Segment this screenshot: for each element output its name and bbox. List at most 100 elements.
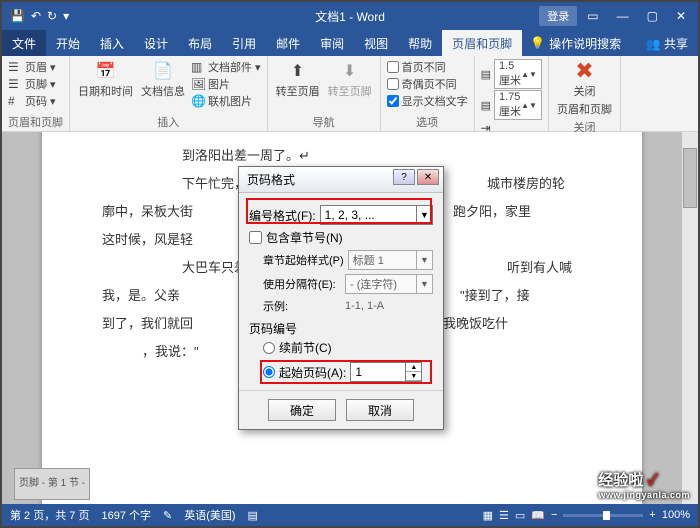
group-label: 页眉和页脚: [8, 114, 63, 130]
online-pictures-button[interactable]: 🌐联机图片: [191, 93, 261, 109]
dialog-close-icon[interactable]: ✕: [417, 169, 439, 185]
view-focus-icon[interactable]: 📖: [531, 509, 545, 522]
number-format-row: 编号格式(F): 1, 2, 3, ... ▼: [249, 205, 433, 225]
close-window-icon[interactable]: ✕: [668, 7, 694, 25]
window-buttons: 登录 ▭ — ▢ ✕: [539, 6, 694, 26]
docinfo-icon: 📄: [153, 61, 173, 81]
ribbon-options-icon[interactable]: ▭: [579, 7, 606, 25]
calendar-icon: 📅: [96, 61, 116, 81]
header-from-top[interactable]: ▤1.5 厘米▲▼: [481, 59, 542, 89]
dialog-body: 编号格式(F): 1, 2, 3, ... ▼ 包含章节号(N) 章节起始样式(…: [239, 193, 443, 390]
cancel-button[interactable]: 取消: [346, 399, 414, 421]
view-print-icon[interactable]: ☰: [499, 509, 509, 522]
tab-references[interactable]: 引用: [222, 30, 266, 56]
goto-header-button[interactable]: ⬆转至页眉: [274, 59, 322, 101]
tab-view[interactable]: 视图: [354, 30, 398, 56]
share-label: 共享: [664, 37, 688, 51]
language[interactable]: 英语(美国): [184, 507, 235, 523]
number-format-combo[interactable]: 1, 2, 3, ... ▼: [320, 205, 433, 225]
tab-help[interactable]: 帮助: [398, 30, 442, 56]
tab-header-footer[interactable]: 页眉和页脚: [442, 30, 522, 56]
page-number-format-dialog: 页码格式 ? ✕ 编号格式(F): 1, 2, 3, ... ▼ 包含章节号(N…: [238, 166, 444, 430]
spin-up-icon[interactable]: ▲: [406, 363, 421, 372]
window-title: 文档1 - Word: [315, 8, 385, 25]
show-doc-text-checkbox[interactable]: 显示文档文字: [387, 93, 468, 109]
tab-insert[interactable]: 插入: [90, 30, 134, 56]
tab-mail[interactable]: 邮件: [266, 30, 310, 56]
share-icon: 👥: [646, 37, 661, 51]
footer-button[interactable]: ☰页脚 ▾: [8, 76, 56, 92]
footer-pos-icon: ▤: [481, 99, 491, 112]
dialog-help-icon[interactable]: ?: [393, 169, 415, 185]
example-value: 1-1, 1-A: [345, 300, 384, 312]
accessibility-icon[interactable]: ▤: [248, 509, 258, 522]
footer-icon: ☰: [8, 77, 22, 91]
maximize-icon[interactable]: ▢: [639, 7, 666, 25]
group-position: ▤1.5 厘米▲▼ ▤1.75 厘米▲▼ ⇥ 位置: [475, 56, 549, 131]
tell-me-label: 操作说明搜索: [549, 35, 621, 52]
footer-from-bottom[interactable]: ▤1.75 厘米▲▼: [481, 90, 542, 120]
scrollbar-thumb[interactable]: [683, 148, 697, 208]
qat-more-icon[interactable]: ▾: [63, 9, 69, 23]
first-page-diff-checkbox[interactable]: 首页不同: [387, 59, 468, 75]
tab-file[interactable]: 文件: [2, 30, 46, 56]
minimize-icon[interactable]: —: [609, 7, 637, 25]
picture-icon: 🖼: [191, 77, 205, 91]
pictures-button[interactable]: 🖼图片: [191, 76, 261, 92]
login-button[interactable]: 登录: [539, 6, 577, 26]
ribbon: ☰页眉 ▾ ☰页脚 ▾ #页码 ▾ 页眉和页脚 📅日期和时间 📄文档信息 ▥文档…: [2, 56, 698, 132]
tell-me-search[interactable]: 💡 操作说明搜索: [522, 30, 629, 56]
continue-previous-radio[interactable]: 续前节(C): [263, 339, 433, 356]
start-at-input[interactable]: 1 ▲▼: [350, 362, 422, 382]
tab-home[interactable]: 开始: [46, 30, 90, 56]
zoom-slider[interactable]: [563, 514, 643, 517]
word-count[interactable]: 1697 个字: [101, 507, 151, 523]
quick-access-toolbar: 💾 ↶ ↻ ▾: [2, 9, 77, 23]
header-pos-icon: ▤: [481, 68, 491, 81]
number-format-label: 编号格式(F):: [249, 207, 316, 224]
page-count[interactable]: 第 2 页，共 7 页: [10, 507, 89, 523]
save-icon[interactable]: 💾: [10, 9, 25, 23]
chevron-down-icon[interactable]: ▼: [416, 206, 432, 224]
view-read-icon[interactable]: ▦: [483, 509, 493, 522]
group-insert: 📅日期和时间 📄文档信息 ▥文档部件 ▾ 🖼图片 🌐联机图片 插入: [70, 56, 268, 131]
odd-even-diff-checkbox[interactable]: 奇偶页不同: [387, 76, 468, 92]
group-label: 选项: [387, 114, 468, 130]
status-bar: 第 2 页，共 7 页 1697 个字 ✎ 英语(美国) ▤ ▦ ☰ ▭ 📖 −…: [2, 504, 698, 526]
dialog-titlebar[interactable]: 页码格式 ? ✕: [239, 167, 443, 193]
docparts-icon: ▥: [191, 60, 205, 74]
doc-info-button[interactable]: 📄文档信息: [139, 59, 187, 101]
chapter-style-combo: 标题 1▼: [348, 250, 433, 270]
header-button[interactable]: ☰页眉 ▾: [8, 59, 56, 75]
redo-icon[interactable]: ↻: [47, 9, 57, 23]
title-bar: 💾 ↶ ↻ ▾ 文档1 - Word 登录 ▭ — ▢ ✕: [2, 2, 698, 30]
pagenum-button[interactable]: #页码 ▾: [8, 93, 56, 109]
footer-section: 页脚 - 第 1 节 -: [14, 468, 90, 500]
check-icon: ✓: [648, 472, 658, 489]
undo-icon[interactable]: ↶: [31, 9, 41, 23]
view-web-icon[interactable]: ▭: [515, 509, 525, 522]
share-button[interactable]: 👥 共享: [636, 30, 698, 56]
proofing-icon[interactable]: ✎: [163, 509, 172, 522]
example-label: 示例:: [263, 298, 341, 314]
tab-layout[interactable]: 布局: [178, 30, 222, 56]
zoom-level[interactable]: 100%: [662, 509, 690, 521]
zoom-in-icon[interactable]: +: [649, 509, 655, 521]
tab-design[interactable]: 设计: [134, 30, 178, 56]
date-time-button[interactable]: 📅日期和时间: [76, 59, 135, 101]
include-chapter-checkbox[interactable]: 包含章节号(N): [249, 229, 433, 246]
zoom-out-icon[interactable]: −: [551, 509, 557, 521]
start-at-radio[interactable]: 起始页码(A): 1 ▲▼: [263, 362, 433, 382]
goheader-icon: ⬆: [288, 61, 308, 81]
tab-review[interactable]: 审阅: [310, 30, 354, 56]
spin-down-icon[interactable]: ▼: [406, 372, 421, 381]
goto-footer-button[interactable]: ⬇转至页脚: [326, 59, 374, 101]
close-header-footer-button[interactable]: ✖ 关闭 页眉和页脚: [555, 59, 614, 119]
ribbon-tabs: 文件 开始 插入 设计 布局 引用 邮件 审阅 视图 帮助 页眉和页脚 💡 操作…: [2, 30, 698, 56]
vertical-scrollbar[interactable]: [682, 132, 698, 504]
page-numbering-title: 页码编号: [249, 320, 433, 337]
docparts-button[interactable]: ▥文档部件 ▾: [191, 59, 261, 75]
ok-button[interactable]: 确定: [268, 399, 336, 421]
chapter-style-label: 章节起始样式(P): [263, 252, 344, 268]
zoom-thumb[interactable]: [603, 511, 610, 520]
